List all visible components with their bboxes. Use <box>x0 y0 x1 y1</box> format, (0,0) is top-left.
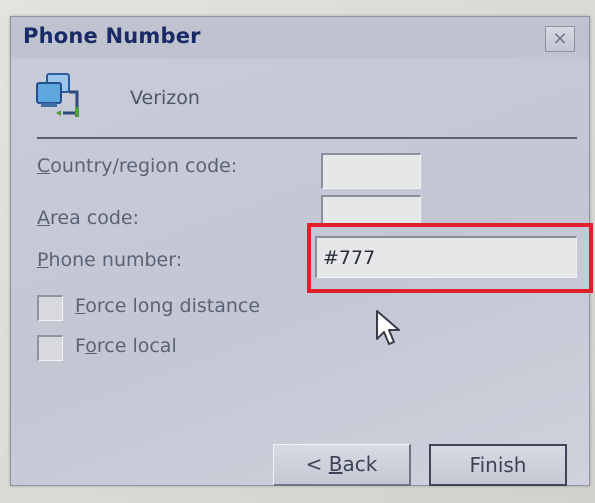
country-code-field[interactable] <box>321 153 421 189</box>
long-distance-accelerator: F <box>75 295 86 317</box>
close-button[interactable]: × <box>545 26 575 52</box>
area-code-label: Area code: <box>37 207 139 229</box>
country-label-text: ountry/region code: <box>50 155 238 177</box>
country-code-label: Country/region code: <box>37 155 237 177</box>
area-code-field[interactable] <box>321 195 421 225</box>
local-label-text: rce local <box>96 335 177 357</box>
back-prefix: < <box>305 452 329 476</box>
finish-button[interactable]: Finish <box>429 444 567 486</box>
long-distance-label-text: orce long distance <box>85 295 261 317</box>
finish-label: Finish <box>469 453 527 477</box>
phone-number-dialog: Phone Number × Verizon Country/region co… <box>10 16 593 486</box>
header-divider <box>37 137 577 139</box>
force-local-checkbox[interactable] <box>37 335 63 361</box>
force-long-distance-label[interactable]: Force long distance <box>75 295 260 317</box>
network-connection-icon <box>36 73 79 117</box>
title-bar: Phone Number × <box>11 17 589 59</box>
force-local-label[interactable]: Force local <box>75 335 177 357</box>
connection-name: Verizon <box>130 87 200 109</box>
area-accelerator: A <box>37 207 50 229</box>
area-label-text: rea code: <box>50 207 139 229</box>
highlight-annotation <box>307 223 593 293</box>
force-long-distance-checkbox[interactable] <box>37 295 63 321</box>
country-accelerator: C <box>37 155 51 177</box>
close-icon[interactable]: × <box>552 28 567 49</box>
mouse-pointer-icon <box>376 310 400 345</box>
phone-label-text: hone number: <box>48 249 183 271</box>
local-accelerator: o <box>85 335 97 357</box>
dialog-title: Phone Number <box>23 24 201 48</box>
local-label-prefix: F <box>75 335 86 357</box>
back-accelerator: B <box>328 452 343 476</box>
back-button[interactable]: < Back <box>273 444 411 486</box>
phone-number-label: Phone number: <box>37 249 182 271</box>
back-label-text: ack <box>342 452 378 476</box>
phone-accelerator: P <box>37 249 49 271</box>
